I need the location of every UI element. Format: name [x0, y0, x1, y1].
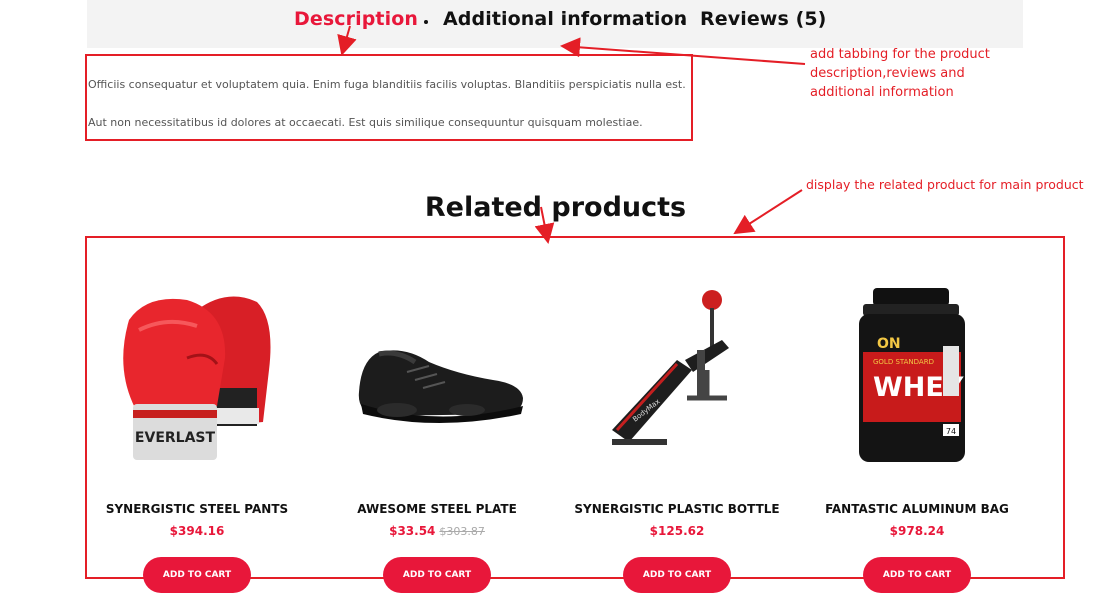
- product-price-row: $125.62: [557, 524, 797, 538]
- annotation-tabbing-note: add tabbing for the product description,…: [810, 45, 990, 102]
- description-paragraph-1: Officiis consequatur et voluptatem quia.…: [88, 78, 686, 91]
- related-products-heading: Related products: [424, 192, 687, 223]
- svg-text:ON: ON: [877, 336, 901, 352]
- tab-separator-dot: [424, 20, 428, 24]
- svg-text:EVERLAST: EVERLAST: [135, 430, 216, 446]
- product-card[interactable]: BodyMax SYNERGISTIC PLASTIC BOTTLE $125.…: [557, 280, 797, 593]
- product-name[interactable]: FANTASTIC ALUMINUM BAG: [797, 502, 1037, 516]
- sneaker-image[interactable]: [317, 280, 557, 470]
- annotation-line: description,reviews and: [810, 66, 965, 81]
- product-price: $394.16: [169, 524, 225, 538]
- description-paragraph-2: Aut non necessitatibus id dolores at occ…: [88, 116, 643, 129]
- whey-protein-image[interactable]: ON GOLD STANDARD WHEY 74: [797, 280, 1037, 470]
- product-price: $33.54: [389, 524, 436, 538]
- product-name[interactable]: SYNERGISTIC PLASTIC BOTTLE: [557, 502, 797, 516]
- annotation-line: add tabbing for the product: [810, 47, 990, 62]
- product-price-row: $978.24: [797, 524, 1037, 538]
- svg-text:GOLD STANDARD: GOLD STANDARD: [873, 358, 934, 366]
- product-card[interactable]: AWESOME STEEL PLATE $33.54 $303.87 ADD TO…: [317, 280, 557, 593]
- product-card[interactable]: EVERLAST SYNERGISTIC STEEL PANTS $394.16…: [77, 280, 317, 593]
- add-to-cart-button[interactable]: ADD TO CART: [863, 557, 971, 593]
- add-to-cart-button[interactable]: ADD TO CART: [383, 557, 491, 593]
- product-price-row: $394.16: [77, 524, 317, 538]
- workout-bench-image[interactable]: BodyMax: [557, 280, 797, 470]
- product-card[interactable]: ON GOLD STANDARD WHEY 74 FANTASTIC ALUMI…: [797, 280, 1037, 593]
- product-price-row: $33.54 $303.87: [317, 524, 557, 538]
- add-to-cart-button[interactable]: ADD TO CART: [143, 557, 251, 593]
- tab-additional-information[interactable]: Additional information: [443, 8, 687, 30]
- tab-reviews[interactable]: Reviews (5): [700, 8, 826, 30]
- boxing-gloves-image[interactable]: EVERLAST: [77, 280, 317, 470]
- annotation-line: additional information: [810, 85, 954, 100]
- tab-separator-dot: [681, 20, 685, 24]
- product-price: $125.62: [649, 524, 705, 538]
- add-to-cart-button[interactable]: ADD TO CART: [623, 557, 731, 593]
- product-price: $978.24: [889, 524, 945, 538]
- product-name[interactable]: SYNERGISTIC STEEL PANTS: [77, 502, 317, 516]
- tab-description[interactable]: Description: [294, 8, 418, 30]
- product-name[interactable]: AWESOME STEEL PLATE: [317, 502, 557, 516]
- svg-text:74: 74: [946, 427, 956, 436]
- product-old-price: $303.87: [439, 525, 485, 538]
